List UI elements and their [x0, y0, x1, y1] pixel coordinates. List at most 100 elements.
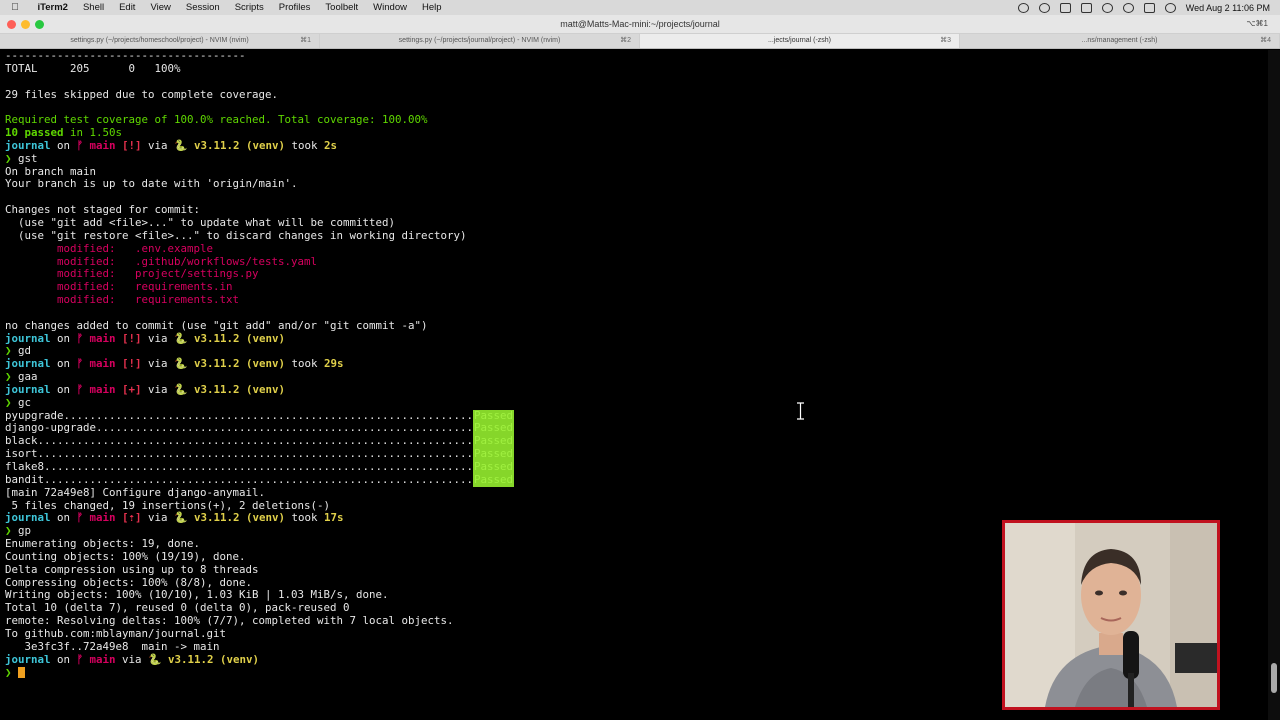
- prompt-venv: (venv): [239, 331, 286, 345]
- shell-prompt: journal on ᚠ main [!] via 🐍 v3.11.2 (ven…: [5, 357, 1268, 371]
- python-icon: 🐍: [174, 511, 194, 525]
- window-title: matt@Matts-Mac-mini:~/projects/journal: [560, 19, 720, 29]
- prompt-chevron: ❯: [5, 151, 19, 165]
- menu-app-iterm2[interactable]: iTerm2: [30, 2, 75, 13]
- scrollbar-thumb[interactable]: [1271, 663, 1277, 693]
- prompt-status: [!]: [115, 357, 142, 371]
- prompt-took: took: [285, 357, 325, 371]
- camera-icon[interactable]: [1080, 2, 1092, 13]
- menu-bar:  iTerm2 Shell Edit View Session Scripts…: [0, 0, 1280, 15]
- tab-shortcut: ⌘2: [620, 37, 631, 44]
- menubar-clock[interactable]: Wed Aug 2 11:06 PM: [1186, 3, 1270, 13]
- menu-shell[interactable]: Shell: [75, 2, 111, 13]
- prompt-python: v3.11.2: [194, 382, 240, 396]
- python-icon: 🐍: [174, 138, 194, 152]
- prompt-duration: 17s: [324, 511, 344, 525]
- prompt-dir: journal: [5, 357, 51, 371]
- ibeam-cursor-icon: [797, 402, 804, 420]
- prompt-dir: journal: [5, 511, 51, 525]
- tab-shortcut: ⌘3: [940, 37, 951, 44]
- prompt-dir: journal: [5, 382, 51, 396]
- modified-path: requirements.in: [135, 280, 233, 294]
- prompt-took: took: [285, 138, 325, 152]
- menu-help[interactable]: Help: [414, 2, 449, 13]
- python-icon: 🐍: [174, 357, 194, 371]
- modified-path: requirements.txt: [135, 293, 240, 307]
- control-center-icon[interactable]: [1143, 2, 1155, 13]
- prompt-chevron: ❯: [5, 524, 19, 538]
- tab-bar: settings.py (~/projects/homeschool/proje…: [0, 34, 1280, 49]
- shell-prompt: journal on ᚠ main [!] via 🐍 v3.11.2 (ven…: [5, 138, 1268, 153]
- modified-label: modified:: [5, 241, 136, 255]
- python-icon: 🐍: [174, 331, 194, 345]
- command-text: gc: [18, 395, 32, 409]
- terminal-line: [main 72a49e8] Configure django-anymail.: [5, 485, 266, 499]
- prompt-venv: (venv): [239, 382, 286, 396]
- tab-label: ...ns/management (-zsh): [1081, 37, 1158, 44]
- apple-icon[interactable]: : [0, 2, 30, 13]
- prompt-on: on: [50, 382, 77, 396]
- tab-label: ...jects/journal (-zsh): [767, 37, 832, 44]
- prompt-duration: 29s: [324, 357, 344, 371]
- prompt-branch: ᚠ main: [76, 652, 116, 666]
- prompt-dir: journal: [5, 138, 51, 152]
- prompt-via: via: [141, 511, 175, 525]
- prompt-status: [!]: [115, 138, 142, 152]
- shell-command: ❯ gst: [5, 151, 1268, 166]
- hook-passed-badge: Passed: [473, 460, 515, 474]
- tab-1[interactable]: settings.py (~/projects/homeschool/proje…: [0, 34, 320, 48]
- prompt-chevron: ❯: [5, 665, 19, 679]
- prompt-venv: (venv): [239, 138, 286, 152]
- globe-icon[interactable]: [1017, 2, 1029, 13]
- prompt-on: on: [50, 357, 77, 371]
- prompt-venv: (venv): [239, 511, 286, 525]
- terminal-scrollbar[interactable]: [1268, 50, 1280, 720]
- status-area: Wed Aug 2 11:06 PM: [1017, 2, 1280, 13]
- menu-scripts[interactable]: Scripts: [227, 2, 271, 13]
- tab-2[interactable]: settings.py (~/projects/journal/project)…: [320, 34, 640, 48]
- menu-window[interactable]: Window: [366, 2, 415, 13]
- text-cursor: [18, 667, 26, 678]
- command-text: gst: [18, 151, 38, 165]
- tests-duration: in 1.50s: [63, 126, 123, 140]
- menu-edit[interactable]: Edit: [112, 2, 143, 13]
- tab-4[interactable]: ...ns/management (-zsh) ⌘4: [960, 34, 1280, 48]
- search-icon[interactable]: [1122, 2, 1134, 13]
- prompt-status: [⇡]: [115, 511, 142, 525]
- presenter-video: [1005, 523, 1217, 707]
- prompt-via: via: [141, 138, 175, 152]
- prompt-via: via: [115, 652, 149, 666]
- prompt-duration: 2s: [324, 138, 338, 152]
- prompt-python: v3.11.2: [167, 652, 214, 666]
- python-icon: 🐍: [174, 382, 194, 396]
- tab-label: settings.py (~/projects/journal/project)…: [398, 37, 561, 44]
- menu-view[interactable]: View: [143, 2, 178, 13]
- headphones-icon[interactable]: [1101, 2, 1113, 13]
- focus-icon[interactable]: [1038, 2, 1050, 13]
- menu-session[interactable]: Session: [178, 2, 227, 13]
- modified-path: .github/workflows/tests.yaml: [135, 254, 318, 268]
- window-shortcut: ⌥⌘1: [1246, 19, 1268, 28]
- prompt-via: via: [141, 357, 175, 371]
- prompt-chevron: ❯: [5, 370, 19, 384]
- hook-name: black...................................…: [5, 434, 474, 448]
- tab-3[interactable]: ...jects/journal (-zsh) ⌘3: [640, 34, 960, 48]
- prompt-dir: journal: [5, 652, 51, 666]
- siri-icon[interactable]: [1164, 2, 1176, 13]
- menu-profiles[interactable]: Profiles: [271, 2, 318, 13]
- prompt-status: [+]: [115, 382, 142, 396]
- tab-label: settings.py (~/projects/homeschool/proje…: [70, 37, 249, 44]
- hook-name: flake8..................................…: [5, 460, 474, 473]
- prompt-python: v3.11.2: [194, 331, 240, 345]
- command-text: gp: [18, 524, 32, 538]
- terminal-line: Your branch is up to date with 'origin/m…: [5, 177, 298, 191]
- menu-toolbelt[interactable]: Toolbelt: [318, 2, 366, 13]
- prompt-on: on: [50, 138, 77, 152]
- prompt-chevron: ❯: [5, 395, 19, 409]
- screen-icon[interactable]: [1059, 2, 1071, 13]
- command-text: gaa: [18, 370, 38, 384]
- modified-label: modified:: [5, 254, 136, 268]
- webcam-overlay: [1002, 520, 1220, 710]
- shell-prompt: journal on ᚠ main [!] via 🐍 v3.11.2 (ven…: [5, 331, 1268, 346]
- modified-path: .env.example: [135, 241, 214, 255]
